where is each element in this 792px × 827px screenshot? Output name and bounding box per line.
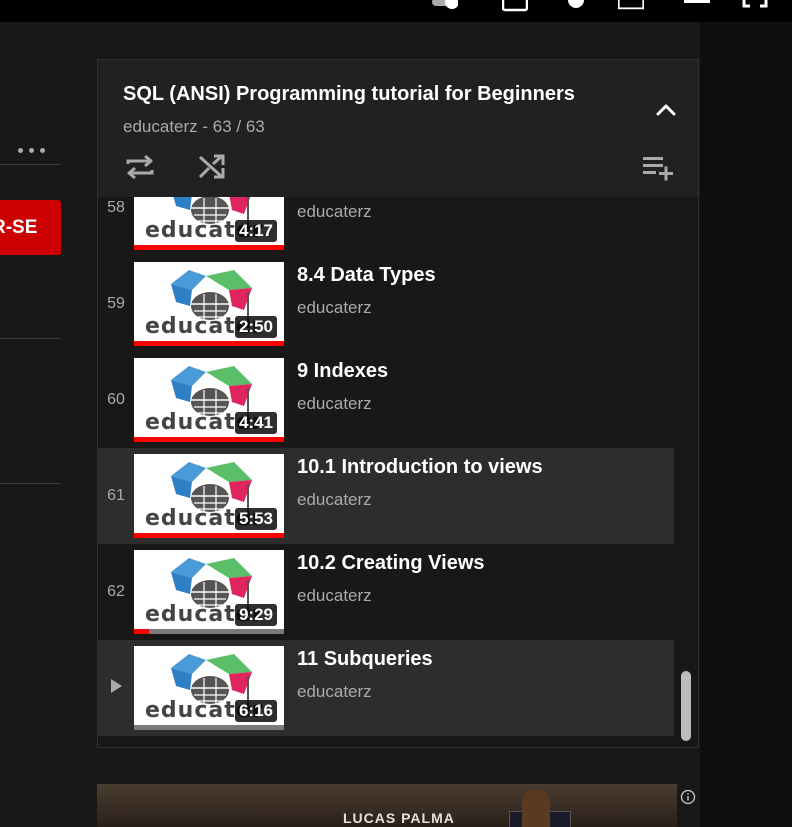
progress-track <box>134 629 284 634</box>
miniplayer-icon[interactable] <box>618 0 644 14</box>
scrollbar-thumb[interactable] <box>681 671 691 741</box>
watch-progress-bar <box>134 533 284 538</box>
video-channel[interactable]: educaterz <box>297 490 372 510</box>
playlist-item[interactable]: 61 educater 5:53 10.1 Introduction to views… <box>98 448 674 544</box>
video-thumbnail[interactable]: educater 9:29 <box>134 550 284 634</box>
video-thumbnail[interactable]: educater 6:16 <box>134 646 284 730</box>
video-title[interactable]: 10.2 Creating Views <box>297 552 485 575</box>
playlist-item[interactable]: 60 educater 4:41 9 Indexes educaterz <box>98 352 674 448</box>
video-thumbnail[interactable]: educater 2:50 <box>134 262 284 346</box>
video-duration: 9:29 <box>234 604 277 626</box>
info-icon[interactable] <box>680 789 696 805</box>
ad-text: LUCAS PALMA <box>343 810 455 826</box>
subscribe-button[interactable]: R-SE <box>0 200 61 255</box>
divider <box>0 164 61 165</box>
video-title[interactable]: 10.1 Introduction to views <box>297 456 543 479</box>
playlist-item[interactable]: 59 educater 2:50 8.4 Data Types educaterz <box>98 256 674 352</box>
video-title[interactable]: 11 Subqueries <box>297 648 433 671</box>
video-channel[interactable]: educaterz <box>297 586 372 606</box>
watch-progress-bar <box>134 437 284 442</box>
video-duration: 6:16 <box>234 700 277 722</box>
video-title[interactable]: 8.4 Data Types <box>297 264 436 287</box>
playlist-header: SQL (ANSI) Programming tutorial for Begi… <box>98 60 698 198</box>
playlist-item[interactable]: 62 educater 9:29 10.2 Creating Views educate… <box>98 544 674 640</box>
video-duration: 5:53 <box>234 508 277 530</box>
settings-icon[interactable] <box>563 0 589 14</box>
video-duration: 4:41 <box>234 412 277 434</box>
video-duration: 2:50 <box>234 316 277 338</box>
playlist-item-index: 58 <box>107 199 125 216</box>
video-title[interactable]: 9 Indexes <box>297 360 388 383</box>
theater-mode-icon[interactable] <box>684 0 710 14</box>
more-actions-button[interactable] <box>16 140 48 160</box>
playlist-subtitle: educaterz - 63 / 63 <box>123 117 265 136</box>
video-thumbnail[interactable]: educater 4:17 <box>134 197 284 250</box>
autoplay-toggle-icon[interactable] <box>432 0 458 14</box>
video-thumbnail[interactable]: educater 5:53 <box>134 454 284 538</box>
playlist-add-icon[interactable] <box>641 153 675 183</box>
playlist-item[interactable]: 58 educater 4:17 educaterz <box>98 197 674 256</box>
video-channel[interactable]: educaterz <box>297 202 372 222</box>
playlist-item-index: 60 <box>107 391 125 408</box>
watch-progress-bar <box>134 341 284 346</box>
video-channel[interactable]: educaterz <box>297 394 372 414</box>
playlist-item-index: 59 <box>107 295 125 312</box>
fullscreen-icon[interactable] <box>742 0 768 14</box>
video-thumbnail[interactable]: educater 4:41 <box>134 358 284 442</box>
playlist-item-index: 61 <box>107 487 125 504</box>
watch-progress-bar <box>134 629 149 634</box>
repeat-icon[interactable] <box>124 151 156 183</box>
video-channel[interactable]: educaterz <box>297 682 372 702</box>
divider <box>0 483 61 484</box>
watch-progress-bar <box>134 245 284 250</box>
player-controls-bar <box>0 0 792 22</box>
video-duration: 4:17 <box>234 220 277 242</box>
chevron-up-icon[interactable] <box>650 94 682 126</box>
progress-track <box>134 725 284 730</box>
ad-banner[interactable]: LUCAS PALMA <box>97 784 677 827</box>
playlist-title[interactable]: SQL (ANSI) Programming tutorial for Begi… <box>123 83 575 106</box>
play-arrow-icon <box>111 679 122 693</box>
subtitles-icon[interactable] <box>502 0 528 14</box>
page-gutter <box>700 22 792 827</box>
video-info-column: R-SE <box>0 22 97 827</box>
playlist-panel: SQL (ANSI) Programming tutorial for Begi… <box>97 59 699 748</box>
playlist-item-index: 62 <box>107 583 125 600</box>
divider <box>0 338 61 339</box>
video-channel[interactable]: educaterz <box>297 298 372 318</box>
subscribe-label: R-SE <box>0 216 38 238</box>
playlist-items: 58 educater 4:17 educaterz 59 educater 2:50 8.4… <box>98 197 698 747</box>
playlist-item[interactable]: educater 6:16 11 Subqueries educaterz <box>98 640 674 736</box>
ad-image-person <box>522 789 550 827</box>
shuffle-icon[interactable] <box>196 151 228 183</box>
